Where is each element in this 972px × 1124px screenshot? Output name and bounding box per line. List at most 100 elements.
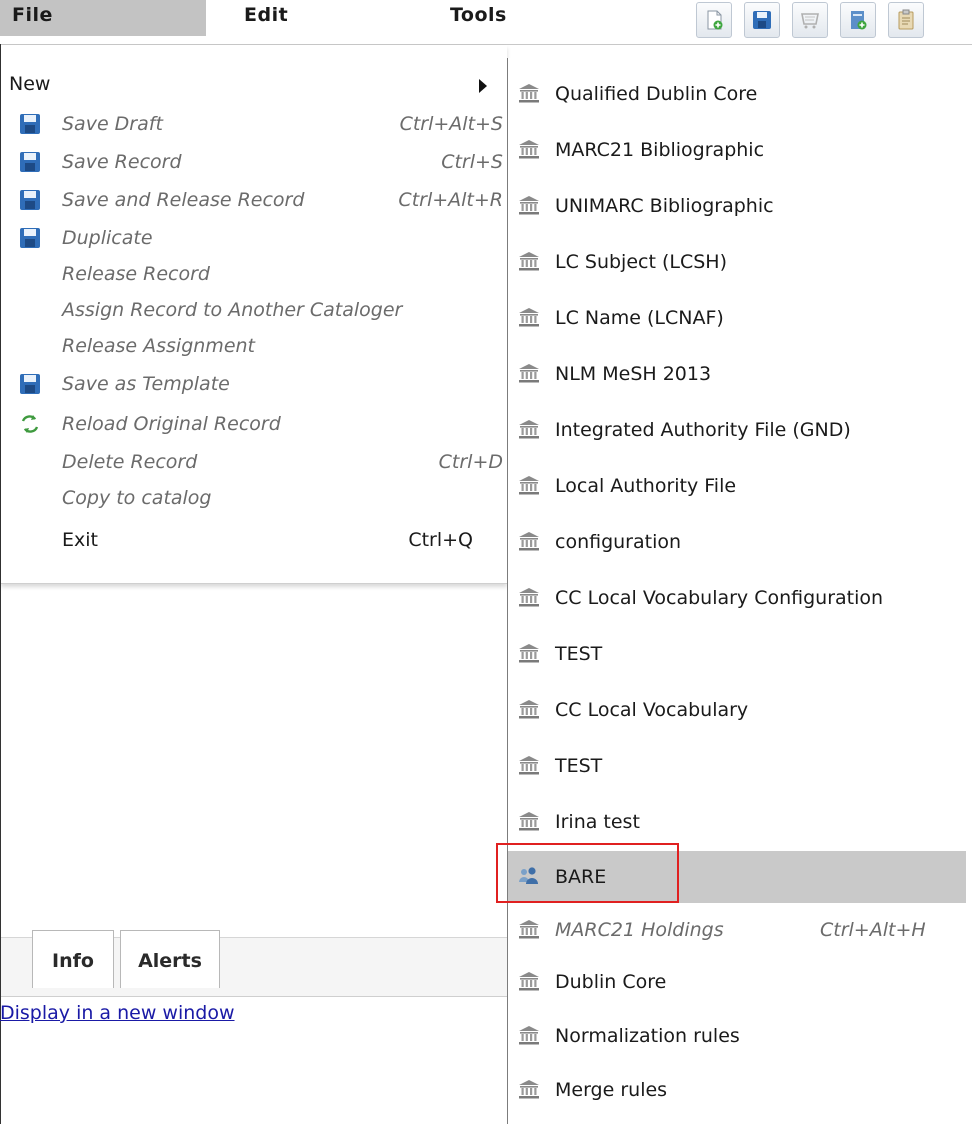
menu-item-save-record[interactable]: Save Record Ctrl+S <box>1 145 507 179</box>
submenu-item[interactable]: configuration <box>508 516 972 568</box>
new-document-icon[interactable] <box>696 2 732 38</box>
submenu-item[interactable]: Integrated Authority File (GND) <box>508 404 972 456</box>
library-icon <box>519 476 539 495</box>
menu-item-copy-to-catalog[interactable]: Copy to catalog <box>1 481 507 515</box>
submenu-item[interactable]: TEST <box>508 628 972 680</box>
menu-item-delete-record[interactable]: Delete Record Ctrl+D <box>1 445 507 479</box>
menu-tools[interactable]: Tools <box>406 0 696 36</box>
menu-item-assign-record[interactable]: Assign Record to Another Cataloger <box>1 293 507 327</box>
submenu-item[interactable]: Qualified Dublin Core <box>508 68 972 120</box>
submenu-item-label: NLM MeSH 2013 <box>555 363 712 385</box>
submenu-item[interactable]: UNIMARC Bibliographic <box>508 180 972 232</box>
save-icon <box>20 190 40 210</box>
menu-item-label: Save Record <box>62 151 182 173</box>
library-icon <box>519 364 539 383</box>
library-icon <box>519 420 539 439</box>
new-record-icon[interactable] <box>840 2 876 38</box>
submenu-item-label: Merge rules <box>555 1079 668 1101</box>
users-icon <box>519 867 538 884</box>
menu-item-label: Save as Template <box>62 373 230 395</box>
submenu-item[interactable]: MARC21 Bibliographic <box>508 124 972 176</box>
submenu-item[interactable]: CC Local Vocabulary Configuration <box>508 572 972 624</box>
menu-item-label: Save and Release Record <box>62 189 305 211</box>
menubar: File Edit Tools <box>0 0 972 45</box>
clipboard-icon[interactable] <box>888 2 924 38</box>
library-icon <box>519 700 539 719</box>
submenu-item-label: Normalization rules <box>555 1025 740 1047</box>
menu-item-save-as-template[interactable]: Save as Template <box>1 367 507 401</box>
menu-item-label: New <box>9 73 51 95</box>
display-in-new-window-link[interactable]: Display in a new window <box>0 998 505 1028</box>
menu-item-label: Copy to catalog <box>62 487 212 509</box>
submenu-item-label: BARE <box>555 866 607 888</box>
save-icon <box>20 374 40 394</box>
library-icon <box>519 588 539 607</box>
submenu-item-label: MARC21 Holdings <box>555 919 724 941</box>
shortcut-label: Ctrl+Alt+H <box>820 919 926 941</box>
menu-item-label: Exit <box>62 529 98 551</box>
cart-icon[interactable] <box>792 2 828 38</box>
submenu-item-label: LC Subject (LCSH) <box>555 251 727 273</box>
library-icon <box>519 140 539 159</box>
shortcut-label: Ctrl+D <box>438 451 503 473</box>
menu-file[interactable]: File <box>0 0 206 36</box>
menu-item-new[interactable]: New <box>1 67 507 101</box>
library-icon <box>519 1026 539 1045</box>
submenu-item[interactable]: Normalization rules <box>508 1010 972 1062</box>
menu-item-label: Delete Record <box>62 451 198 473</box>
submenu-item-label: MARC21 Bibliographic <box>555 139 765 161</box>
submenu-item[interactable]: LC Subject (LCSH) <box>508 236 972 288</box>
menu-item-release-record[interactable]: Release Record <box>1 257 507 291</box>
save-icon <box>20 114 40 134</box>
submenu-item[interactable]: LC Name (LCNAF) <box>508 292 972 344</box>
shortcut-label: Ctrl+Alt+S <box>399 113 503 135</box>
submenu-item[interactable]: Merge rules <box>508 1064 972 1116</box>
menu-item-release-assignment[interactable]: Release Assignment <box>1 329 507 363</box>
submenu-item-label: Dublin Core <box>555 971 667 993</box>
library-icon <box>519 196 539 215</box>
submenu-item-label: Integrated Authority File (GND) <box>555 419 851 441</box>
shortcut-label: Ctrl+Q <box>408 529 473 551</box>
submenu-item[interactable]: MARC21 Holdings Ctrl+Alt+H <box>508 904 972 956</box>
submenu-item[interactable]: CC Local Vocabulary <box>508 684 972 736</box>
menu-edit[interactable]: Edit <box>206 0 406 36</box>
save-icon <box>20 152 40 172</box>
library-icon <box>519 1080 539 1099</box>
library-icon <box>519 308 539 327</box>
menu-item-exit[interactable]: Exit Ctrl+Q <box>1 523 507 557</box>
submenu-item-label: TEST <box>555 643 603 665</box>
submenu-item[interactable]: Dublin Core <box>508 956 972 1008</box>
menu-item-save-and-release[interactable]: Save and Release Record Ctrl+Alt+R <box>1 183 507 217</box>
submenu-item[interactable]: Irina test <box>508 796 972 848</box>
reload-icon <box>21 415 39 433</box>
submenu-item-selected[interactable]: BARE <box>508 851 966 903</box>
tab-info[interactable]: Info <box>32 930 114 988</box>
menu-item-label: Assign Record to Another Cataloger <box>62 299 403 321</box>
menu-item-label: Release Assignment <box>62 335 255 357</box>
submenu-item-label: configuration <box>555 531 682 553</box>
tab-alerts[interactable]: Alerts <box>120 930 220 988</box>
menu-item-reload-original[interactable]: Reload Original Record <box>1 407 507 441</box>
library-icon <box>519 644 539 663</box>
library-icon <box>519 756 539 775</box>
submenu-item-label: LC Name (LCNAF) <box>555 307 724 329</box>
library-icon <box>519 972 539 991</box>
menu-item-save-draft[interactable]: Save Draft Ctrl+Alt+S <box>1 107 507 141</box>
submenu-item-label: Qualified Dublin Core <box>555 83 758 105</box>
library-icon <box>519 252 539 271</box>
menu-item-label: Reload Original Record <box>62 413 281 435</box>
save-icon[interactable] <box>744 2 780 38</box>
shortcut-label: Ctrl+Alt+R <box>398 189 503 211</box>
submenu-item-label: CC Local Vocabulary <box>555 699 749 721</box>
menu-item-duplicate[interactable]: Duplicate <box>1 221 507 255</box>
submenu-item-label: TEST <box>555 755 603 777</box>
file-menu-dropdown: New Save Draft Ctrl+Alt+S Save Record Ct… <box>1 45 507 584</box>
library-icon <box>519 812 539 831</box>
submenu-item[interactable]: Local Authority File <box>508 460 972 512</box>
submenu-item[interactable]: NLM MeSH 2013 <box>508 348 972 400</box>
submenu-item[interactable]: TEST <box>508 740 972 792</box>
menu-item-label: Release Record <box>62 263 210 285</box>
library-icon <box>519 532 539 551</box>
library-icon <box>519 920 539 939</box>
submenu-arrow-icon <box>479 79 487 93</box>
